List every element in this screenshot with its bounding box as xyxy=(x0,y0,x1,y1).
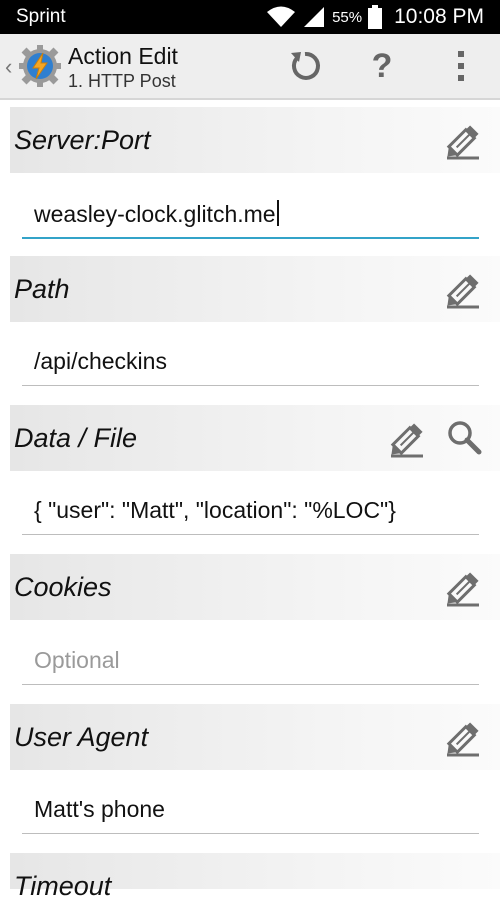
battery-percent: 55% xyxy=(332,8,363,26)
data-file-value: { "user": "Matt", "location": "%LOC"} xyxy=(34,497,396,523)
section-data-file: Data / File xyxy=(10,405,500,471)
pencil-icon[interactable] xyxy=(441,121,483,163)
pencil-icon[interactable] xyxy=(385,419,427,461)
data-file-label: Data / File xyxy=(14,423,138,453)
more-vert-icon xyxy=(458,51,464,81)
user-agent-label: User Agent xyxy=(14,722,149,752)
clock: 10:08 PM xyxy=(394,5,484,28)
server-port-label: Server:Port xyxy=(14,125,151,155)
status-bar: Sprint 55% 10:08 PM xyxy=(0,0,500,34)
pencil-icon[interactable] xyxy=(441,270,483,312)
carrier-name: Sprint xyxy=(16,6,66,27)
cookies-placeholder: Optional xyxy=(34,647,120,673)
action-bar: ‹ Action Edit 1. HTTP Post ? xyxy=(0,34,500,100)
user-agent-input[interactable]: Matt's phone xyxy=(22,789,479,834)
user-agent-value: Matt's phone xyxy=(34,796,165,822)
wifi-icon xyxy=(266,5,296,29)
cookies-input[interactable]: Optional xyxy=(22,640,479,685)
search-icon[interactable] xyxy=(444,418,484,458)
path-label: Path xyxy=(14,274,70,304)
section-path: Path xyxy=(10,256,500,322)
cookies-label: Cookies xyxy=(14,572,112,602)
app-logo[interactable] xyxy=(18,44,62,88)
help-button[interactable]: ? xyxy=(362,46,402,86)
back-chevron-icon[interactable]: ‹ xyxy=(5,54,12,80)
section-timeout: Timeout xyxy=(10,853,500,901)
pencil-icon[interactable] xyxy=(441,718,483,760)
undo-button[interactable] xyxy=(285,46,325,86)
page-title: Action Edit xyxy=(68,43,178,69)
pencil-icon[interactable] xyxy=(441,568,483,610)
page-subtitle: 1. HTTP Post xyxy=(68,71,176,91)
timeout-label: Timeout xyxy=(14,871,112,901)
section-cookies: Cookies xyxy=(10,554,500,620)
signal-icon xyxy=(302,5,326,29)
text-cursor xyxy=(276,200,279,226)
battery-icon xyxy=(368,5,383,29)
path-input[interactable]: /api/checkins xyxy=(22,341,479,386)
server-port-input[interactable]: weasley-clock.glitch.me xyxy=(22,193,479,239)
overflow-menu-button[interactable] xyxy=(441,46,481,86)
path-value: /api/checkins xyxy=(34,348,167,374)
section-user-agent: User Agent xyxy=(10,704,500,770)
undo-icon xyxy=(291,51,320,80)
section-server-port: Server:Port xyxy=(10,107,500,173)
data-file-input[interactable]: { "user": "Matt", "location": "%LOC"} xyxy=(22,490,479,535)
server-port-value: weasley-clock.glitch.me xyxy=(34,201,276,227)
